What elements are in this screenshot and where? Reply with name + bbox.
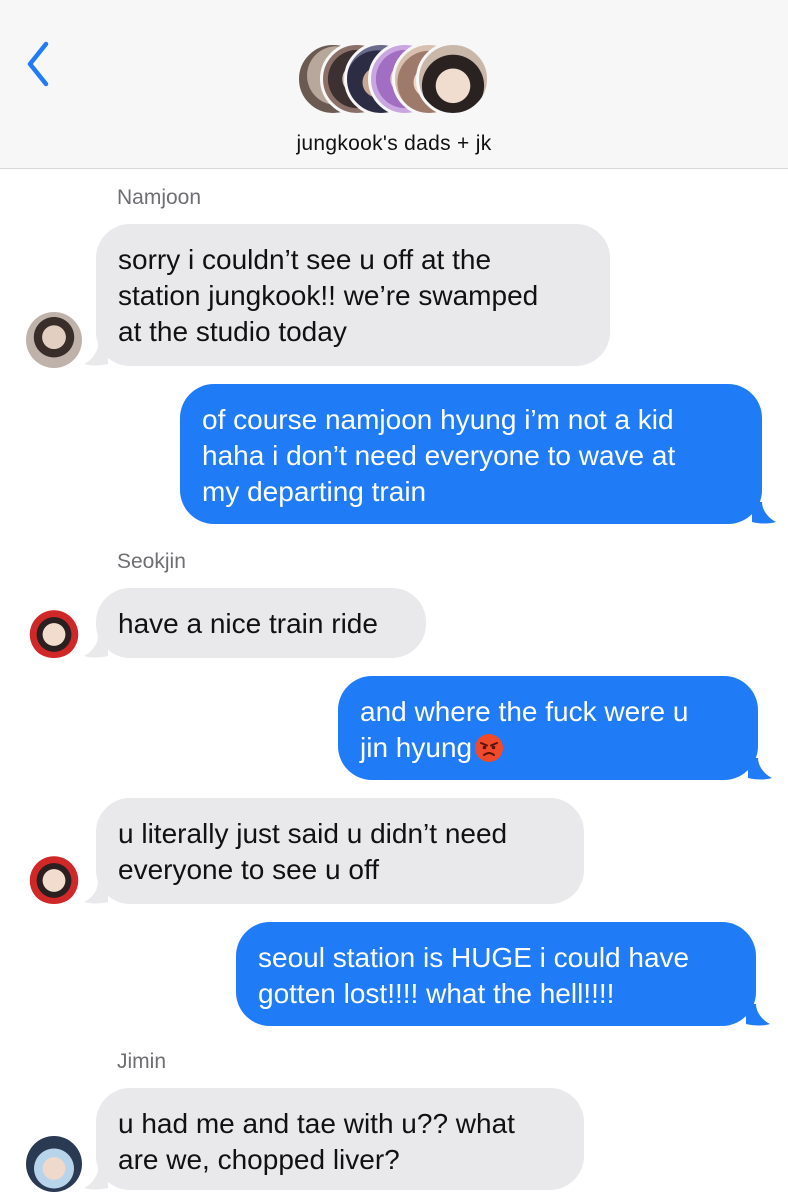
avatar-seokjin[interactable] bbox=[26, 602, 82, 658]
message-line: my departing train bbox=[202, 476, 427, 507]
bubble-tail bbox=[748, 758, 772, 780]
bubble-tail bbox=[746, 1004, 770, 1026]
message-line: station jungkook!! we’re swamped bbox=[118, 280, 539, 311]
message-line: and where the fuck were u bbox=[360, 696, 689, 727]
message-bubble-incoming[interactable]: sorry i couldn’t see u off at the statio… bbox=[96, 224, 610, 366]
message-text: jin hyung bbox=[360, 732, 473, 763]
message-line: have a nice train ride bbox=[118, 608, 378, 639]
message-line: everyone to see u off bbox=[118, 854, 379, 885]
message-bubble-incoming[interactable]: u had me and tae with u?? what are we, c… bbox=[96, 1088, 584, 1190]
message-line: sorry i couldn’t see u off at the bbox=[118, 244, 492, 275]
member-avatar-jungkook bbox=[416, 42, 490, 116]
message-bubble-incoming[interactable]: have a nice train ride bbox=[96, 588, 426, 658]
back-button[interactable] bbox=[18, 36, 58, 92]
message-line: at the studio today bbox=[118, 316, 347, 347]
message-bubble-outgoing[interactable]: seoul station is HUGE i could have gotte… bbox=[236, 922, 756, 1026]
group-avatar-stack[interactable] bbox=[296, 42, 496, 118]
message-line: gotten lost!!!! what the hell!!!! bbox=[258, 978, 615, 1009]
group-title[interactable]: jungkook's dads + jk bbox=[0, 132, 788, 156]
message-bubble-outgoing[interactable]: of course namjoon hyung i’m not a kid ha… bbox=[180, 384, 762, 524]
message-line: of course namjoon hyung i’m not a kid bbox=[202, 404, 674, 435]
sender-name: Jimin bbox=[117, 1050, 167, 1073]
message-line: haha i don’t need everyone to wave at bbox=[202, 440, 676, 471]
conversation-header: jungkook's dads + jk bbox=[0, 0, 788, 169]
avatar-jimin[interactable] bbox=[26, 1136, 82, 1192]
bubble-tail bbox=[752, 502, 776, 524]
messages-conversation-screen: jungkook's dads + jk Namjoon sorry i cou… bbox=[0, 0, 788, 1200]
message-line: u had me and tae with u?? what bbox=[118, 1108, 515, 1139]
chevron-left-icon bbox=[27, 41, 49, 87]
avatar-namjoon[interactable] bbox=[26, 312, 82, 368]
angry-face-emoji bbox=[475, 734, 504, 762]
message-line: jin hyung bbox=[360, 730, 736, 766]
message-bubble-outgoing[interactable]: and where the fuck were u jin hyung bbox=[338, 676, 758, 780]
message-line: are we, chopped liver? bbox=[118, 1144, 400, 1175]
sender-name: Seokjin bbox=[117, 550, 186, 573]
message-bubble-incoming[interactable]: u literally just said u didn’t need ever… bbox=[96, 798, 584, 904]
avatar-seokjin[interactable] bbox=[26, 848, 82, 904]
sender-name: Namjoon bbox=[117, 186, 202, 209]
message-line: seoul station is HUGE i could have bbox=[258, 942, 690, 973]
message-line: u literally just said u didn’t need bbox=[118, 818, 508, 849]
